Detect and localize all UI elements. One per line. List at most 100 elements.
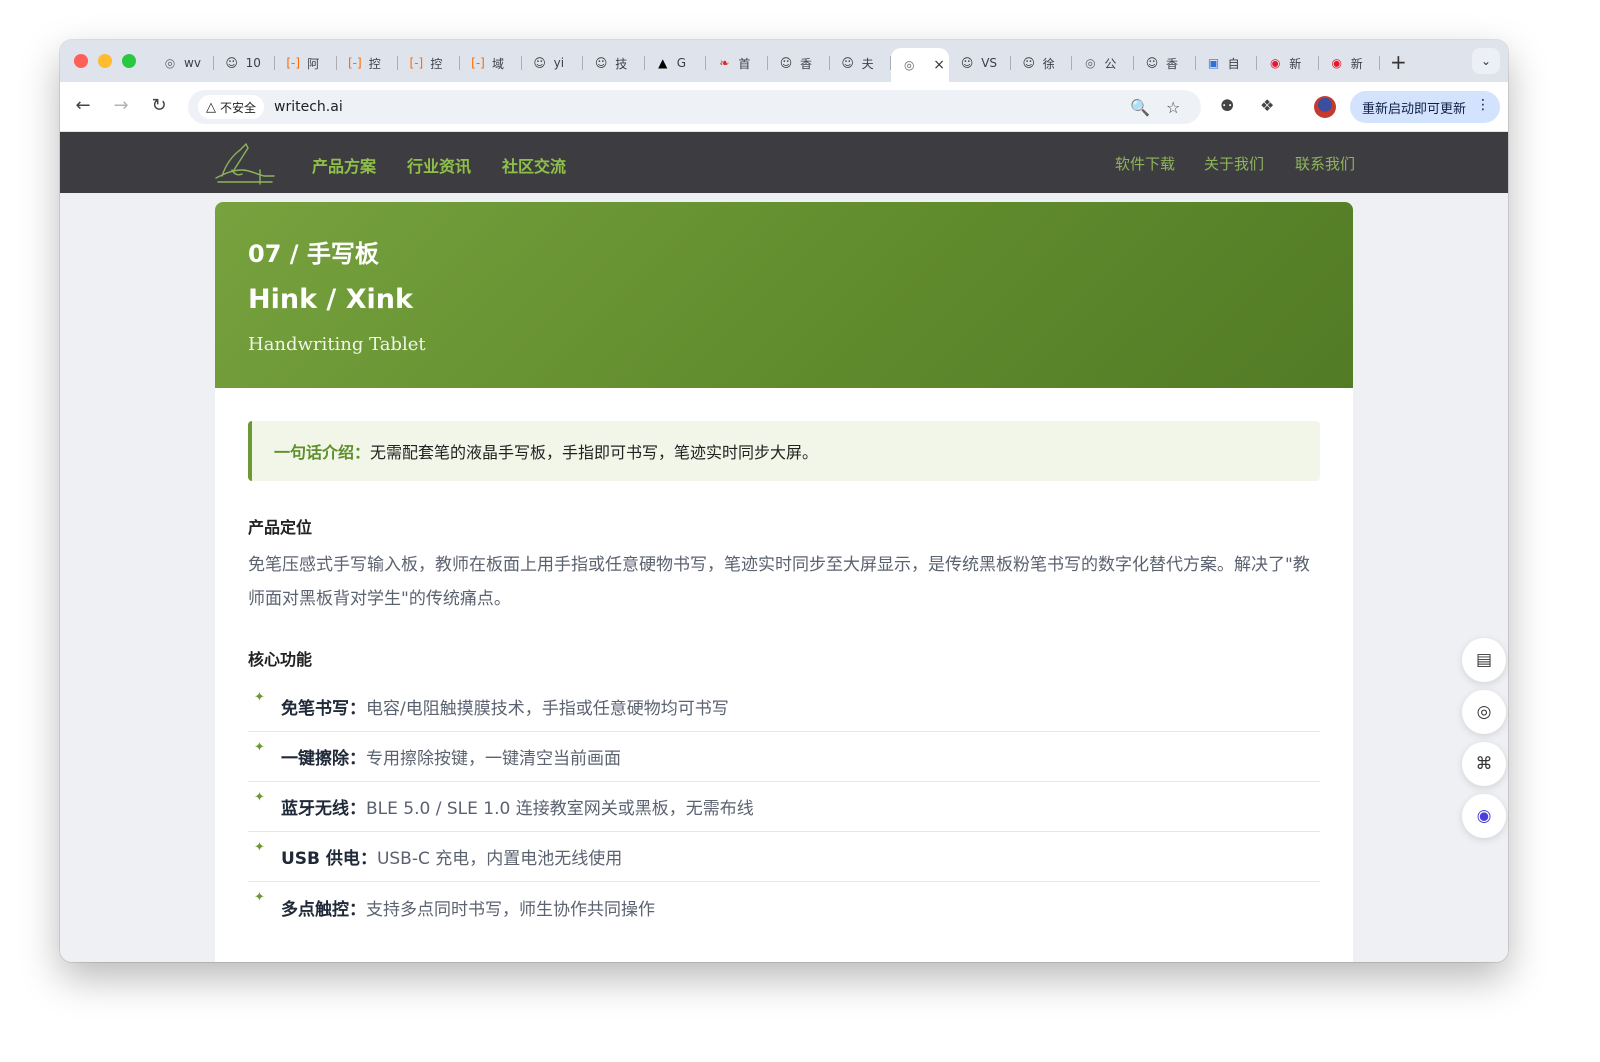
bracket-icon: [‑] xyxy=(347,56,362,70)
tab-separator xyxy=(1379,56,1381,70)
globe-icon: ◎ xyxy=(1085,56,1096,70)
close-window-button[interactable] xyxy=(74,54,88,68)
site-header: 产品方案 行业资讯 社区交流 软件下载 关于我们 联系我们 xyxy=(60,132,1508,193)
intro-text: 无需配套笔的液晶手写板，手指即可书写，笔迹实时同步大屏。 xyxy=(370,443,819,462)
update-label: 重新启动即可更新 xyxy=(1362,101,1467,117)
address-bar[interactable]: △ 不安全 writech.ai 🔍 ☆ xyxy=(188,90,1201,124)
tab-label: G xyxy=(676,56,687,70)
product-number-title: 07 / 手写板 xyxy=(248,240,379,268)
extensions-puzzle-icon[interactable]: ❖ xyxy=(1260,96,1274,115)
feature-name: 蓝牙无线 xyxy=(281,799,349,819)
reload-button[interactable]: ↻ xyxy=(148,95,170,116)
url-text[interactable]: writech.ai xyxy=(274,99,343,115)
bracket-icon: [‑] xyxy=(409,56,424,70)
globe-icon: ◎ xyxy=(164,56,176,70)
browser-tab[interactable]: [‑] 域 xyxy=(460,48,522,78)
arrow-right-icon: → xyxy=(113,95,129,116)
browser-tab[interactable]: ☺ 香 xyxy=(1134,48,1196,78)
browser-tab[interactable]: ▣ 自 xyxy=(1196,48,1258,78)
assistant-robot-icon: ◉ xyxy=(1476,806,1492,826)
handwriting-logo-icon[interactable] xyxy=(212,140,278,186)
person-icon: ☺ xyxy=(779,56,793,70)
feature-list: ✦ 免笔书写：电容/电阻触摸膜技术，手指或任意硬物均可书写 ✦ 一键擦除：专用擦除按键… xyxy=(248,682,1320,932)
browser-tab[interactable]: ☺ yi xyxy=(522,48,584,78)
feature-name: USB 供电 xyxy=(281,849,360,869)
more-menu-icon[interactable]: ⋮ xyxy=(1476,97,1490,113)
nav-community[interactable]: 社区交流 xyxy=(502,153,566,177)
feature-colon: ： xyxy=(359,849,377,869)
tab-label: 域 xyxy=(492,56,505,71)
browser-tab[interactable]: ☺ 技 xyxy=(583,48,645,78)
podcast-icon-button[interactable]: ◎ xyxy=(1462,690,1506,734)
new-tab-button[interactable]: + xyxy=(1390,50,1407,74)
browser-tab[interactable]: ☺ VS xyxy=(949,48,1011,78)
bracket-icon: [‑] xyxy=(471,56,485,70)
feature-text: BLE 5.0 / SLE 1.0 连接教室网关或黑板，无需布线 xyxy=(366,799,754,819)
browser-tab[interactable]: ☺ 徐 xyxy=(1011,48,1073,78)
nav-news[interactable]: 行业资讯 xyxy=(407,153,471,177)
nav-contact[interactable]: 联系我们 xyxy=(1295,153,1355,174)
intro-lead: 一句话介绍： xyxy=(274,443,371,462)
close-tab-icon[interactable]: × xyxy=(933,57,945,73)
browser-tab[interactable]: [‑] 控 xyxy=(398,48,460,78)
feature-name: 一键擦除 xyxy=(281,749,349,769)
tab-label: 夫 xyxy=(861,56,874,71)
feature-item: ✦ USB 供电： USB-C 充电，内置电池无线使用 xyxy=(248,832,1320,882)
bookmark-star-icon[interactable]: ☆ xyxy=(1166,98,1180,117)
person-icon: ☺ xyxy=(841,56,854,70)
person-icon: ☺ xyxy=(960,56,974,70)
browser-tab[interactable]: [‑] 控 xyxy=(337,48,399,78)
feature-colon: ： xyxy=(349,749,366,769)
profile-avatar[interactable] xyxy=(1314,96,1336,118)
positioning-text: 免笔压感式手写输入板，教师在板面上用手指或任意硬物书写，笔迹实时同步至大屏显示，… xyxy=(248,555,1310,609)
zoom-window-button[interactable] xyxy=(122,54,136,68)
tab-label: 10 xyxy=(245,56,261,70)
tab-search-button[interactable]: ⌄ xyxy=(1472,48,1500,74)
browser-tab[interactable]: ◉ 新 xyxy=(1319,48,1381,78)
tab-label: 阿 xyxy=(307,56,320,71)
tab-label: wv xyxy=(184,56,201,70)
nav-about[interactable]: 关于我们 xyxy=(1204,153,1264,174)
product-card: 07 / 手写板 Hink / Xink Handwriting Tablet … xyxy=(215,202,1353,962)
back-button[interactable]: ← xyxy=(72,95,94,116)
browser-tab[interactable]: ◉ 新 xyxy=(1257,48,1319,78)
browser-tab[interactable]: ◎ wv xyxy=(152,48,214,78)
person-icon: ☺ xyxy=(533,56,546,70)
forward-button[interactable]: → xyxy=(110,95,132,116)
tab-label: 技 xyxy=(615,56,628,71)
browser-tab[interactable]: ◎ 公 xyxy=(1072,48,1134,78)
feature-colon: ： xyxy=(349,899,366,920)
zoom-icon[interactable]: 🔍 xyxy=(1130,98,1150,117)
nav-products[interactable]: 产品方案 xyxy=(312,153,376,177)
browser-tab[interactable]: ◎ × xyxy=(891,48,950,82)
extension-robot-icon[interactable]: ⚉ xyxy=(1220,96,1234,115)
browser-tab[interactable]: ☺ 10 xyxy=(214,48,276,78)
book-icon: ▤ xyxy=(1475,650,1493,670)
browser-tab[interactable]: ☺ 夫 xyxy=(830,48,892,78)
tab-label: 香 xyxy=(800,56,813,71)
apps-grid-icon: ⌘ xyxy=(1475,754,1493,774)
sparkle-icon: ✦ xyxy=(254,740,265,755)
features-heading: 核心功能 xyxy=(248,650,313,669)
browser-tab[interactable]: ❧ 首 xyxy=(706,48,768,78)
site-info-button[interactable]: △ 不安全 xyxy=(198,95,265,119)
browser-tab[interactable]: ☺ 香 xyxy=(768,48,830,78)
apps-icon-button[interactable]: ⌘ xyxy=(1462,742,1506,786)
podcast-icon: ◎ xyxy=(1476,702,1492,722)
browser-tab[interactable]: [‑] 阿 xyxy=(275,48,337,78)
book-icon-button[interactable]: ▤ xyxy=(1462,638,1506,682)
nav-download[interactable]: 软件下载 xyxy=(1115,153,1175,174)
page-viewport: 产品方案 行业资讯 社区交流 软件下载 关于我们 联系我们 07 / 手写板 H… xyxy=(60,132,1508,962)
assistant-icon-button[interactable]: ◉ xyxy=(1462,794,1506,838)
insecure-label: 不安全 xyxy=(220,100,257,115)
feature-item: ✦ 一键擦除：专用擦除按键，一键清空当前画面 xyxy=(248,732,1320,782)
sparkle-icon: ✦ xyxy=(254,690,265,705)
update-button[interactable]: 重新启动即可更新 ⋮ xyxy=(1350,91,1500,123)
chevron-down-icon: ⌄ xyxy=(1480,54,1492,68)
minimize-window-button[interactable] xyxy=(98,54,112,68)
globe-icon: ◎ xyxy=(903,58,915,72)
person-icon: ☺ xyxy=(225,56,238,70)
box-icon: ▣ xyxy=(1207,56,1220,70)
feature-colon: ： xyxy=(349,799,366,819)
browser-tab[interactable]: ▲ G xyxy=(645,48,707,78)
